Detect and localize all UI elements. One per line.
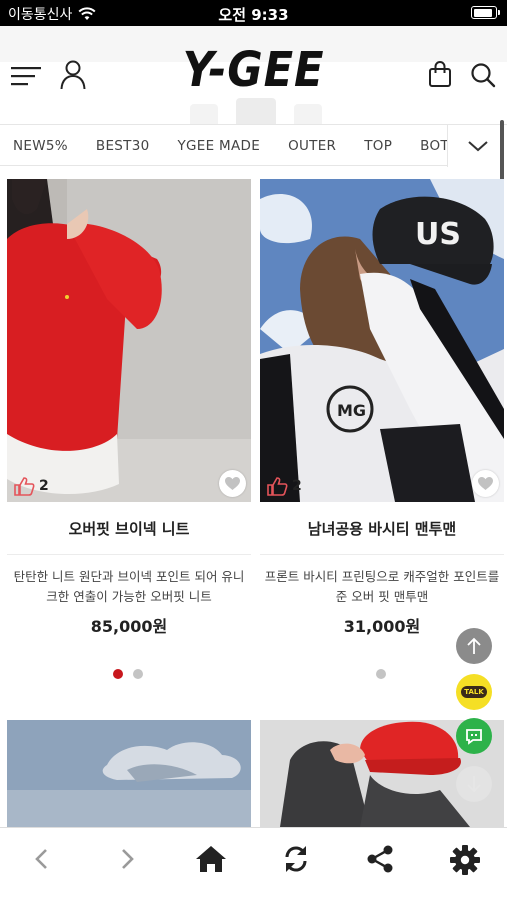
image-carousel-dots [113,669,143,679]
brand-logo[interactable]: Y-GEE [25,42,481,98]
wishlist-button[interactable] [472,470,499,497]
product-name[interactable]: 오버핏 브이넥 니트 [7,518,251,542]
bottom-toolbar [0,827,507,900]
chevron-down-icon [467,141,488,152]
refresh-button[interactable] [254,844,339,874]
sky-photo [7,720,251,827]
heart-icon [225,477,240,490]
category-top[interactable]: TOP [350,138,406,154]
red-knit-photo [7,179,251,502]
home-button[interactable] [169,844,254,874]
product-card[interactable]: US MG 2 남녀공용 바시티 맨투맨 프론트 바시티 프린팅으로 캐주얼한 … [260,179,504,637]
share-button[interactable] [338,844,423,874]
forward-icon [121,849,134,869]
product-image[interactable] [7,720,251,827]
svg-text:MG: MG [337,401,366,420]
product-image[interactable]: 2 [7,179,251,502]
category-bottom[interactable]: BOTTO [406,138,447,154]
image-carousel-dots [376,669,386,679]
product-card[interactable] [7,720,251,827]
search-icon[interactable] [470,62,496,88]
arrow-down-icon [467,776,481,793]
like-count-value: 2 [292,478,302,494]
carousel-dot-1[interactable] [113,669,123,679]
like-count: 2 [13,476,49,496]
chat-button[interactable] [456,718,492,754]
scroll-top-button[interactable] [456,628,492,664]
product-name[interactable]: 남녀공용 바시티 맨투맨 [260,518,504,542]
status-time: 오전 9:33 [218,6,289,24]
app-screen: 이동통신사 오전 9:33 Y-GEE NEW5% BEST30 YGEE MA… [0,0,507,900]
kakao-talk-icon: TALK [461,686,487,698]
varsity-sweatshirt-photo: US MG [260,179,504,502]
category-best[interactable]: BEST30 [82,138,164,154]
product-divider [7,554,251,555]
battery-icon [471,6,500,19]
thumbs-up-icon [267,477,288,496]
settings-icon [449,845,480,875]
like-count: 2 [266,476,302,496]
category-list: NEW5% BEST30 YGEE MADE OUTER TOP BOTTO [0,125,447,167]
category-outer[interactable]: OUTER [274,138,350,154]
heart-icon [478,477,493,490]
product-image[interactable]: US MG 2 [260,179,504,502]
header: Y-GEE [0,26,507,138]
category-new[interactable]: NEW5% [0,138,82,154]
kakao-talk-button[interactable]: TALK [456,674,492,710]
wishlist-button[interactable] [219,470,246,497]
product-card[interactable]: 2 오버핏 브이넥 니트 탄탄한 니트 원단과 브이넥 포인트 되어 유니크한 … [7,179,251,637]
product-description: 탄탄한 니트 원단과 브이넥 포인트 되어 유니크한 연출이 가능한 오버핏 니… [13,569,245,604]
category-ygee-made[interactable]: YGEE MADE [164,138,275,154]
forward-button[interactable] [85,844,170,874]
shopping-bag-icon[interactable] [428,60,452,88]
product-description: 프론트 바시티 프린팅으로 캐주얼한 포인트를 준 오버 핏 맨투맨 [264,569,500,604]
product-price: 85,000원 [90,617,168,636]
back-button[interactable] [0,844,85,874]
category-nav: NEW5% BEST30 YGEE MADE OUTER TOP BOTTO [0,124,507,167]
category-more-button[interactable] [447,125,507,167]
arrow-up-icon [467,637,481,654]
chat-icon [466,728,482,745]
carousel-dot-1[interactable] [376,669,386,679]
home-icon [196,846,227,872]
thumbs-up-icon [14,477,35,496]
back-icon [35,849,48,869]
refresh-icon [285,846,307,872]
like-count-value: 2 [39,478,49,494]
status-bar: 이동통신사 오전 9:33 [0,0,507,26]
product-divider [260,554,504,555]
svg-text:US: US [415,217,461,252]
settings-button[interactable] [423,844,507,876]
carousel-dot-2[interactable] [133,669,143,679]
share-icon [367,845,393,873]
battery-level [473,8,492,17]
scroll-bottom-button[interactable] [456,766,492,802]
